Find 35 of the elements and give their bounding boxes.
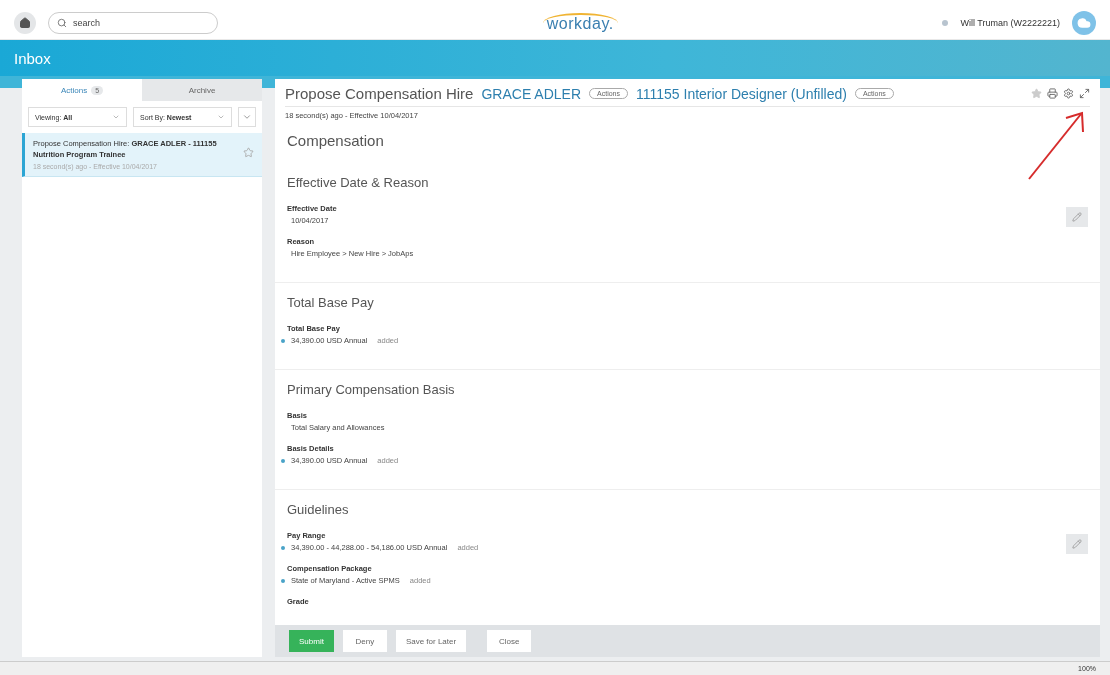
inbox-tab[interactable]: Archive xyxy=(142,79,262,101)
settings-icon[interactable] xyxy=(1063,88,1074,99)
star-icon[interactable] xyxy=(243,147,254,158)
chevron-down-icon xyxy=(217,113,225,121)
section-title: Primary Compensation Basis xyxy=(287,381,456,399)
task-title: Propose Compensation Hire xyxy=(285,85,474,102)
edit-button[interactable] xyxy=(1066,207,1088,227)
edit-button[interactable] xyxy=(1066,534,1088,554)
print-icon[interactable] xyxy=(1047,88,1058,99)
section-title: Guidelines xyxy=(287,501,350,519)
section-title: Effective Date & Reason xyxy=(287,174,430,192)
options-dropdown[interactable] xyxy=(238,107,256,127)
workday-logo: workday. xyxy=(542,12,618,33)
expand-icon[interactable] xyxy=(1079,88,1090,99)
user-name[interactable]: Will Truman (W2222221) xyxy=(960,17,1060,28)
page-title: Inbox xyxy=(14,49,51,67)
search-icon xyxy=(57,17,67,28)
section-heading: Compensation xyxy=(287,132,384,149)
home-icon xyxy=(19,16,31,29)
search-field[interactable]: search xyxy=(48,11,218,34)
home-button[interactable] xyxy=(14,11,36,34)
action-button[interactable]: Save for Later xyxy=(395,630,467,652)
status-dot xyxy=(942,19,949,26)
pencil-icon xyxy=(1072,539,1082,549)
action-button[interactable]: Deny xyxy=(342,630,387,652)
record-link[interactable]: 111155 Interior Designer (Unfilled) xyxy=(636,85,847,102)
cloud-icon xyxy=(1077,15,1091,30)
pencil-icon xyxy=(1072,212,1082,222)
section-title: Total Base Pay xyxy=(287,294,375,312)
star-icon[interactable] xyxy=(1031,88,1042,99)
avatar-button[interactable] xyxy=(1072,10,1096,35)
chevron-down-icon xyxy=(112,113,120,121)
chevron-down-icon xyxy=(242,112,252,122)
record-link[interactable]: GRACE ADLER xyxy=(481,85,582,102)
action-button[interactable]: Close xyxy=(487,630,532,652)
